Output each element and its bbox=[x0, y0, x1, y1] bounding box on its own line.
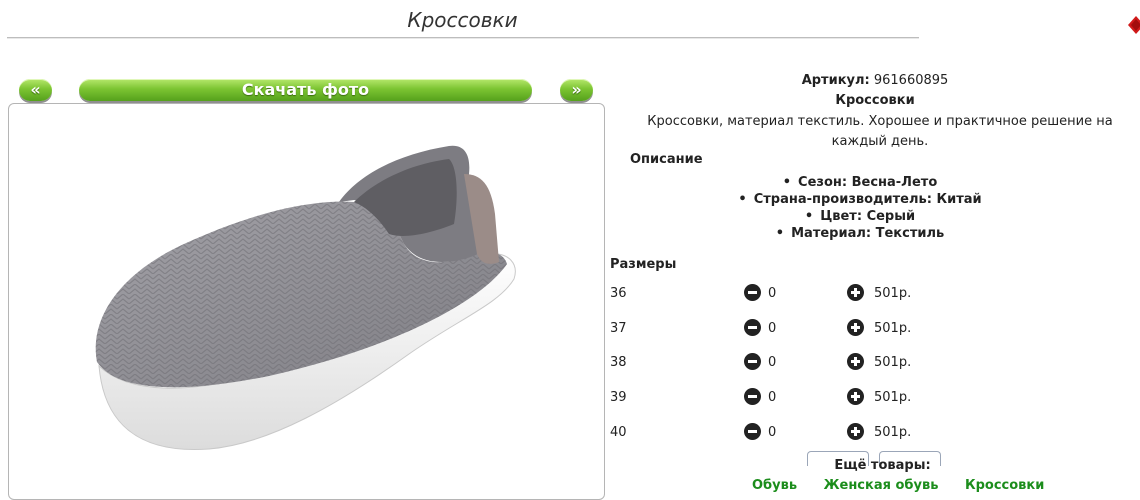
more-products-links: Обувь Женская обувь Кроссовки bbox=[752, 478, 1066, 493]
download-photo-button[interactable]: Скачать фото bbox=[79, 79, 532, 101]
size-price: 501р. bbox=[874, 355, 912, 370]
feature-list: Сезон: Весна-Лето Страна-производитель: … bbox=[610, 174, 1110, 242]
size-row: 40 0 501р. bbox=[610, 423, 1030, 443]
product-photo-frame bbox=[8, 103, 605, 500]
page-title: Кроссовки bbox=[407, 8, 518, 32]
size-price: 501р. bbox=[874, 286, 912, 301]
category-link[interactable]: Кроссовки bbox=[965, 478, 1044, 493]
plus-circle-icon[interactable] bbox=[847, 319, 864, 336]
article-label: Артикул: bbox=[801, 73, 870, 88]
plus-circle-icon[interactable] bbox=[847, 353, 864, 370]
size-value: 39 bbox=[610, 390, 627, 405]
size-quantity: 0 bbox=[768, 321, 777, 336]
feature-item: Цвет: Серый bbox=[610, 208, 1110, 225]
more-products-heading: Ещё товары: bbox=[834, 458, 931, 473]
product-name: Кроссовки bbox=[835, 93, 915, 108]
size-quantity: 0 bbox=[768, 286, 777, 301]
description-heading: Описание bbox=[630, 152, 703, 167]
title-divider bbox=[7, 37, 919, 38]
minus-circle-icon[interactable] bbox=[744, 284, 761, 301]
size-price: 501р. bbox=[874, 321, 912, 336]
next-photo-button[interactable]: » bbox=[560, 79, 593, 101]
article-line: Артикул: 961660895 bbox=[610, 73, 1140, 88]
size-quantity: 0 bbox=[768, 355, 777, 370]
product-description: Кроссовки, материал текстиль. Хорошее и … bbox=[647, 114, 1113, 149]
size-quantity: 0 bbox=[768, 425, 777, 440]
size-value: 37 bbox=[610, 321, 627, 336]
size-row: 37 0 501р. bbox=[610, 319, 1030, 339]
sizes-heading: Размеры bbox=[610, 257, 677, 272]
feature-item: Материал: Текстиль bbox=[610, 225, 1110, 242]
prev-photo-button[interactable]: « bbox=[19, 79, 52, 101]
minus-circle-icon[interactable] bbox=[744, 388, 761, 405]
feature-item: Сезон: Весна-Лето bbox=[610, 174, 1110, 191]
plus-circle-icon[interactable] bbox=[847, 423, 864, 440]
size-row: 36 0 501р. bbox=[610, 284, 1030, 304]
size-quantity: 0 bbox=[768, 390, 777, 405]
minus-circle-icon[interactable] bbox=[744, 319, 761, 336]
size-row: 38 0 501р. bbox=[610, 353, 1030, 373]
category-link[interactable]: Женская обувь bbox=[824, 478, 939, 493]
feature-item: Страна-производитель: Китай bbox=[610, 191, 1110, 208]
size-value: 40 bbox=[610, 425, 627, 440]
size-value: 36 bbox=[610, 286, 627, 301]
product-photo[interactable] bbox=[9, 104, 604, 499]
plus-circle-icon[interactable] bbox=[847, 388, 864, 405]
size-value: 38 bbox=[610, 355, 627, 370]
minus-circle-icon[interactable] bbox=[744, 353, 761, 370]
category-link[interactable]: Обувь bbox=[752, 478, 797, 493]
minus-circle-icon[interactable] bbox=[744, 423, 761, 440]
corner-logo-icon bbox=[1128, 16, 1140, 34]
size-price: 501р. bbox=[874, 425, 912, 440]
size-price: 501р. bbox=[874, 390, 912, 405]
size-row: 39 0 501р. bbox=[610, 388, 1030, 408]
plus-circle-icon[interactable] bbox=[847, 284, 864, 301]
article-value: 961660895 bbox=[873, 73, 949, 88]
